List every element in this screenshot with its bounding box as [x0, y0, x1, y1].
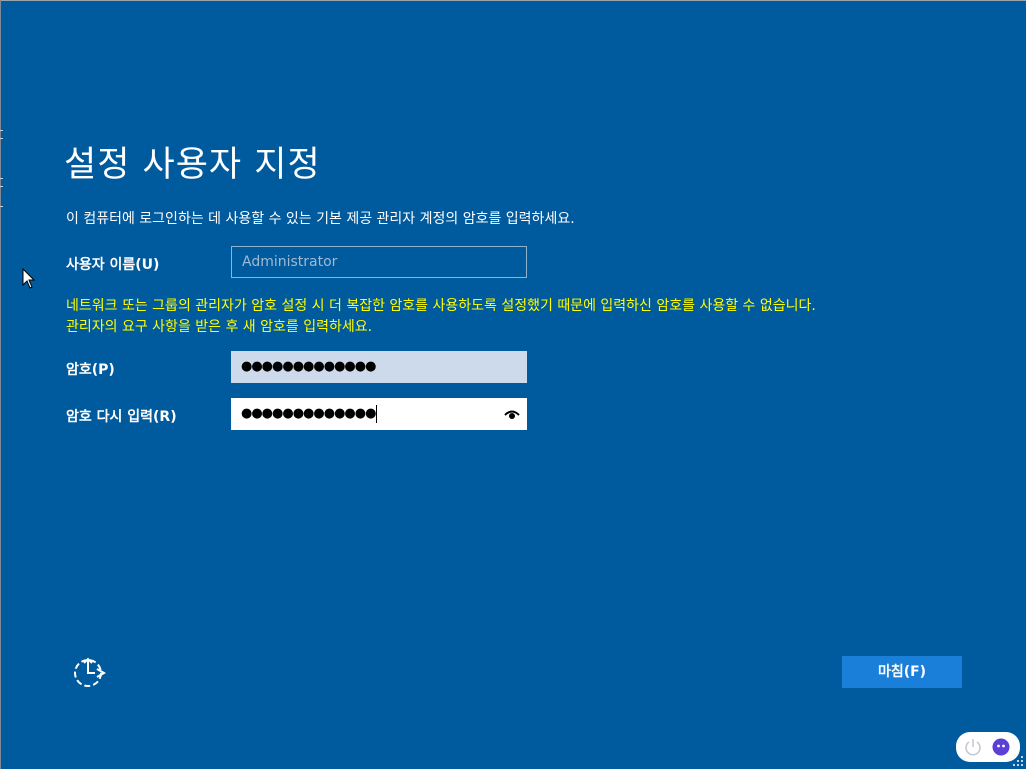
username-field[interactable]: Administrator [231, 246, 527, 278]
password-value: ●●●●●●●●●●●●● [241, 359, 376, 374]
window-top-border [0, 0, 1026, 1]
power-icon[interactable] [964, 738, 982, 756]
resize-grip-icon[interactable] [1012, 755, 1024, 767]
password-warning: 네트워크 또는 그룹의 관리자가 암호 설정 시 더 복잡한 암호를 사용하도록… [66, 296, 816, 338]
ease-of-access-icon[interactable] [71, 655, 109, 691]
password-warning-line-2: 관리자의 요구 사항을 받은 후 새 암호를 입력하세요. [66, 319, 373, 335]
password-label: 암호(P) [66, 362, 115, 378]
username-label: 사용자 이름(U) [66, 257, 160, 273]
system-tray-widget [956, 732, 1020, 762]
page-description: 이 컴퓨터에 로그인하는 데 사용할 수 있는 기본 제공 관리자 계정의 암호… [66, 211, 575, 227]
password-field[interactable]: ●●●●●●●●●●●●● [231, 351, 527, 383]
page-title: 설정 사용자 지정 [64, 145, 321, 185]
confirm-password-label: 암호 다시 입력(R) [66, 409, 177, 425]
mouse-pointer-icon [22, 268, 36, 289]
finish-button[interactable]: 마침(F) [842, 656, 962, 688]
eye-icon[interactable] [504, 407, 520, 421]
left-edge-marks [0, 130, 3, 210]
confirm-password-value: ●●●●●●●●●●●●● [241, 406, 376, 421]
chat-bubble-icon[interactable] [992, 738, 1010, 756]
password-warning-line-1: 네트워크 또는 그룹의 관리자가 암호 설정 시 더 복잡한 암호를 사용하도록… [66, 298, 816, 314]
text-caret [376, 404, 378, 423]
confirm-password-field[interactable]: ●●●●●●●●●●●●● [231, 398, 527, 430]
window-left-border [0, 0, 1, 769]
